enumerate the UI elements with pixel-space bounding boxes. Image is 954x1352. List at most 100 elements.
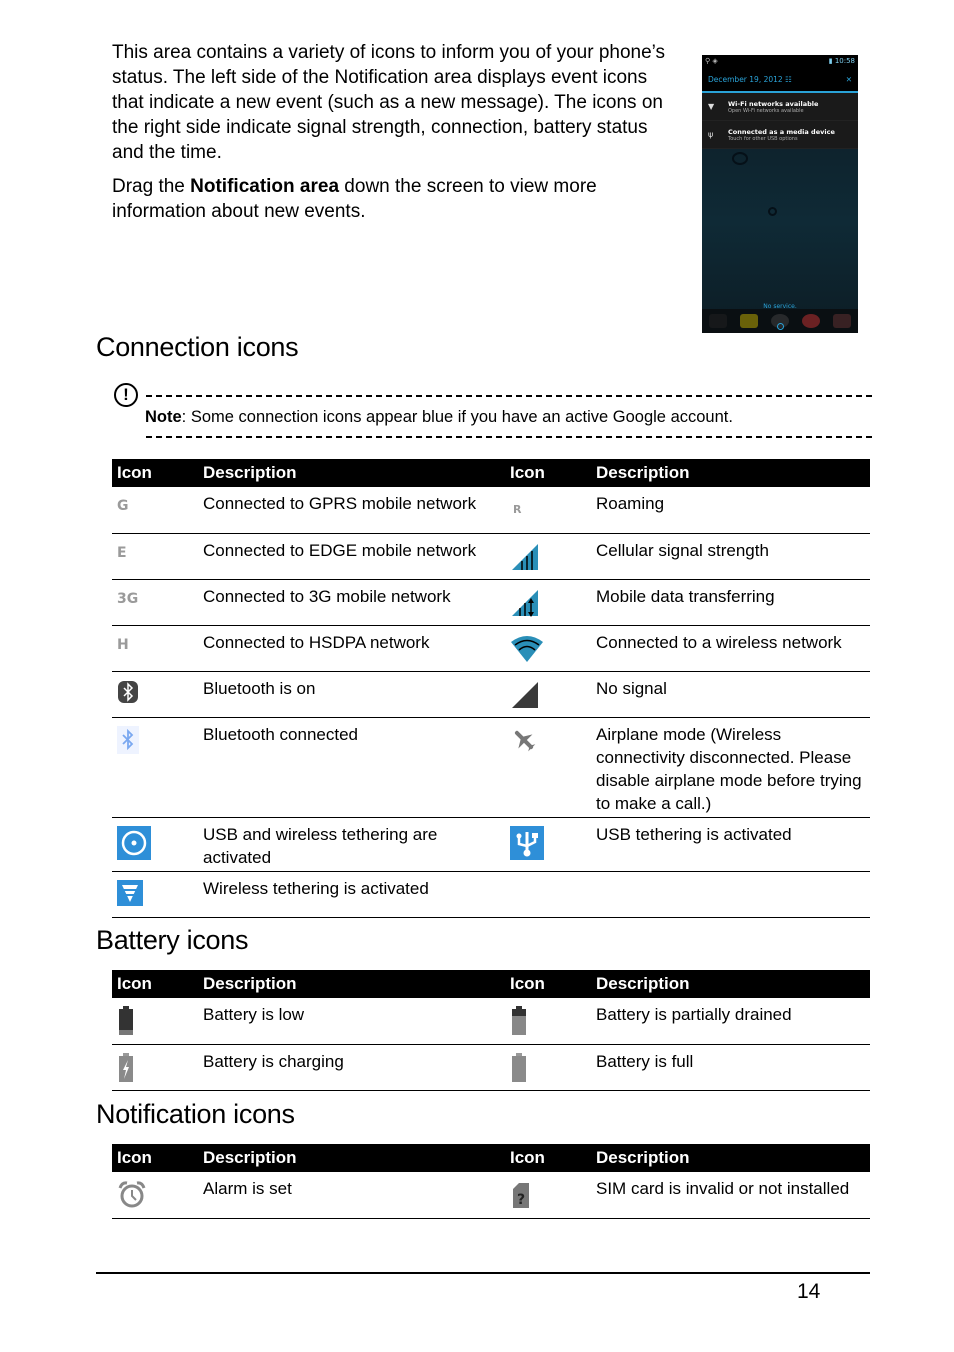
empty-cell: [591, 871, 870, 918]
note-box: ! Note: Some connection icons appear blu…: [112, 383, 872, 443]
notification-header: December 19, 2012 ☷ ✕: [702, 67, 858, 93]
row-description: Cellular signal strength: [591, 533, 870, 580]
home-icon: [777, 323, 784, 330]
connection-icons-table: Icon Description Icon Description G Conn…: [112, 459, 870, 918]
section-title-battery: Battery icons: [96, 925, 249, 955]
water-drop: [768, 207, 777, 216]
mobile-data-icon: [512, 589, 538, 617]
note-label: Note: [145, 408, 182, 426]
header-description: Description: [198, 1144, 505, 1172]
bluetooth-on-icon: [118, 680, 138, 703]
header-icon: Icon: [505, 970, 591, 998]
dotted-divider: [146, 395, 872, 397]
row-description: Alarm is set: [198, 1172, 505, 1219]
row-description: Connected to GPRS mobile network: [198, 487, 505, 534]
header-description: Description: [591, 970, 870, 998]
camera-icon: [833, 314, 852, 328]
water-drop: [732, 152, 748, 165]
row-description: Wireless tethering is activated: [198, 871, 505, 918]
row-description: No signal: [591, 671, 870, 718]
roaming-icon: R: [513, 503, 522, 516]
row-description: Connected to HSDPA network: [198, 625, 505, 672]
hsdpa-icon: H: [117, 636, 129, 653]
app-icon: [739, 314, 758, 328]
airplane-icon: [514, 730, 536, 751]
note-text: Note: Some connection icons appear blue …: [145, 408, 733, 427]
notification-title: Connected as a media device: [728, 127, 835, 136]
table-row: USB and wireless tethering are activated…: [112, 817, 870, 872]
cellular-signal-icon: [512, 543, 538, 570]
note-body: : Some connection icons appear blue if y…: [181, 408, 733, 426]
section-title-notification: Notification icons: [96, 1099, 295, 1129]
table-row: H Connected to HSDPA network Connected t…: [112, 625, 870, 672]
header-icon: Icon: [112, 1144, 198, 1172]
status-left-icons: ⚲ ◈: [705, 57, 718, 65]
wifi-icon: [511, 635, 543, 662]
section-title-connection: Connection icons: [96, 332, 299, 362]
notification-panel-screenshot: ⚲ ◈ ▮ 10:58 December 19, 2012 ☷ ✕ ▼ Wi-F…: [702, 55, 858, 333]
row-description: Roaming: [591, 487, 870, 534]
notification-icons-table: Icon Description Icon Description Alarm …: [112, 1144, 870, 1219]
status-right: ▮ 10:58: [828, 57, 855, 65]
header-icon: Icon: [112, 970, 198, 998]
sim-invalid-icon: ?: [513, 1183, 529, 1208]
row-description: Battery is charging: [198, 1044, 505, 1091]
intro-p2-bold: Notification area: [190, 176, 340, 197]
battery-icons-table: Icon Description Icon Description Batter…: [112, 970, 870, 1091]
battery-charging-icon: [119, 1052, 133, 1082]
wifi-tethering-icon: [117, 879, 143, 906]
notification-item: ▼ Wi-Fi networks available Open Wi-Fi net…: [702, 93, 858, 121]
notification-title: Wi-Fi networks available: [728, 99, 819, 108]
header-icon: Icon: [505, 1144, 591, 1172]
status-time: 10:58: [834, 57, 855, 65]
gprs-icon: G: [117, 498, 129, 514]
svg-text:?: ?: [517, 1192, 525, 1208]
table-row: E Connected to EDGE mobile network Cellu…: [112, 533, 870, 580]
header-description: Description: [591, 1144, 870, 1172]
row-description: Connected to 3G mobile network: [198, 579, 505, 626]
intro-paragraph-1: This area contains a variety of icons to…: [112, 42, 666, 163]
bluetooth-connected-icon: [117, 725, 139, 754]
no-signal-icon: [512, 681, 538, 708]
table-row: Alarm is set ? SIM card is invalid or no…: [112, 1172, 870, 1219]
footer-rule: [96, 1272, 870, 1274]
table-row: Battery is charging Battery is full: [112, 1044, 870, 1091]
row-description: Mobile data transferring: [591, 579, 870, 626]
row-description: Battery is partially drained: [591, 998, 870, 1045]
header-icon: Icon: [112, 459, 198, 487]
row-description: SIM card is invalid or not installed: [591, 1172, 870, 1219]
app-icon: [708, 314, 727, 328]
battery-low-icon: [119, 1006, 133, 1035]
header-description: Description: [591, 459, 870, 487]
row-description: Battery is full: [591, 1044, 870, 1091]
exclamation-icon: !: [114, 383, 138, 407]
intro-paragraph-2: Drag the Notification area down the scre…: [112, 174, 682, 224]
row-description: Connected to EDGE mobile network: [198, 533, 505, 580]
empty-cell: [505, 871, 591, 918]
notification-item: ψ Connected as a media device Touch for o…: [702, 121, 858, 149]
battery-full-icon: [512, 1052, 526, 1082]
header-icon: Icon: [505, 459, 591, 487]
settings-icon: ☷: [785, 74, 792, 84]
header-description: Description: [198, 970, 505, 998]
dotted-divider: [146, 436, 872, 438]
table-header: Icon Description Icon Description: [112, 459, 870, 487]
table-row: Bluetooth is on No signal: [112, 671, 870, 718]
table-header: Icon Description Icon Description: [112, 1144, 870, 1172]
table-header: Icon Description Icon Description: [112, 970, 870, 998]
table-row: Battery is low Battery is partially drai…: [112, 998, 870, 1045]
intro-text: This area contains a variety of icons to…: [112, 40, 682, 233]
row-description: Bluetooth is on: [198, 671, 505, 718]
battery-partial-icon: [512, 1006, 526, 1035]
row-description: Connected to a wireless network: [591, 625, 870, 672]
3g-icon: 3G: [117, 590, 139, 607]
row-description: Airplane mode (Wireless connectivity dis…: [591, 717, 870, 818]
row-description: USB and wireless tethering are activated: [198, 817, 505, 872]
row-description: USB tethering is activated: [591, 817, 870, 872]
edge-icon: E: [117, 544, 127, 561]
table-row: 3G Connected to 3G mobile network Mobile…: [112, 579, 870, 626]
status-bar: ⚲ ◈ ▮ 10:58: [702, 55, 858, 67]
alarm-icon: [118, 1181, 146, 1208]
usb-wifi-tethering-icon: [117, 825, 151, 860]
notification-subtitle: Touch for other USB options: [728, 135, 798, 142]
